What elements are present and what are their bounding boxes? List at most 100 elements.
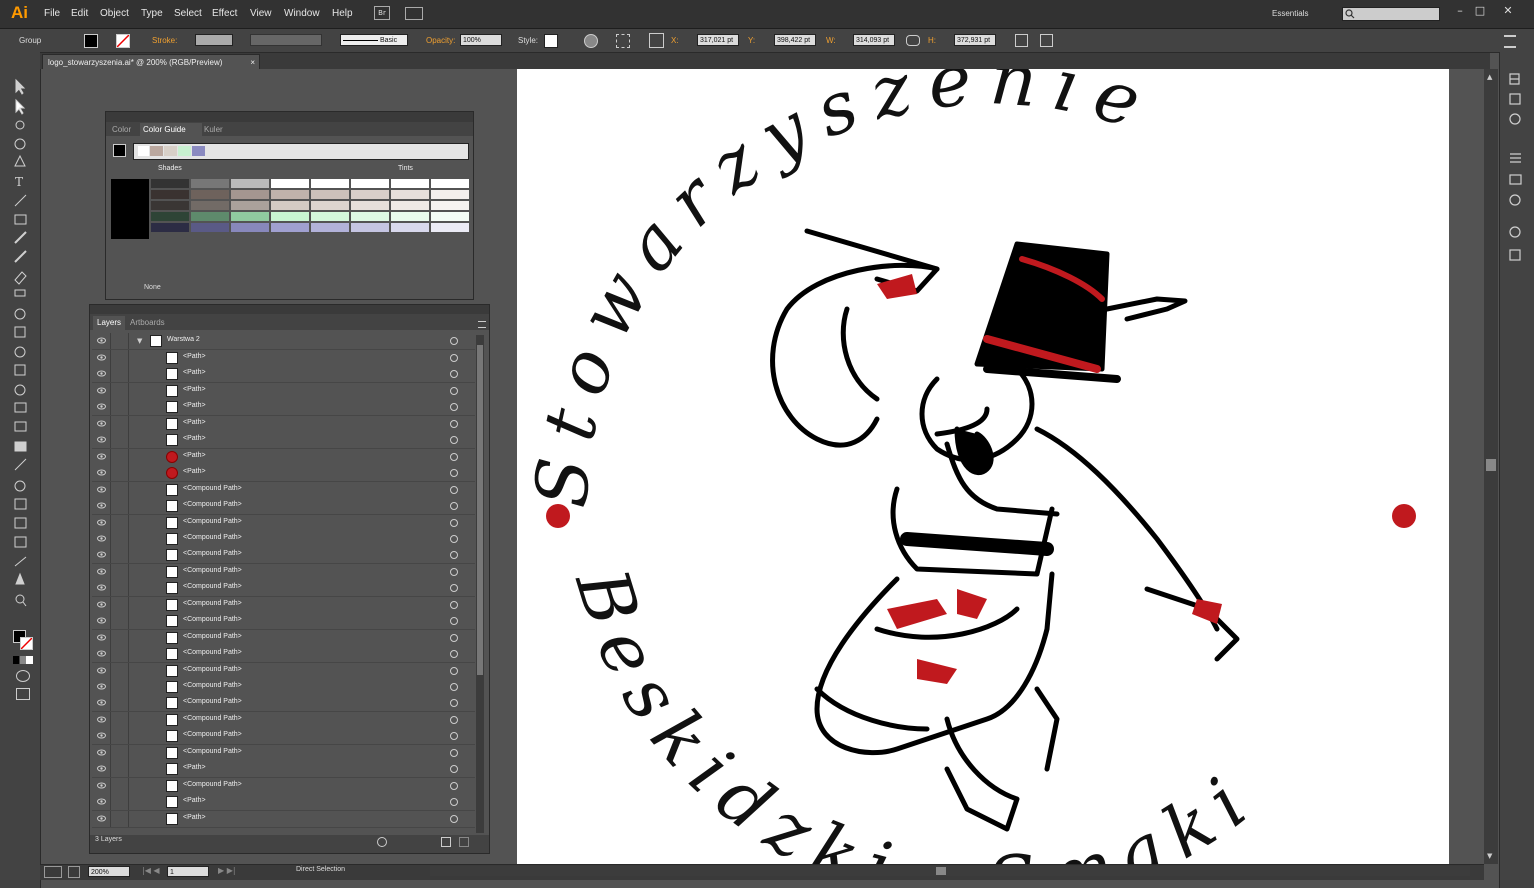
path-name[interactable]: <Compound Path>	[183, 550, 242, 557]
visibility-eye-icon[interactable]	[97, 403, 106, 410]
path-name[interactable]: <Compound Path>	[183, 485, 242, 492]
workspace-switcher[interactable]: Essentials	[1272, 9, 1308, 18]
visibility-eye-icon[interactable]	[97, 601, 106, 608]
vertical-scroll-thumb[interactable]	[1486, 459, 1496, 471]
link-proportions-icon[interactable]	[906, 35, 920, 46]
layer-row-path[interactable]: <Path>	[92, 399, 475, 417]
reference-point-icon[interactable]	[649, 33, 664, 48]
fill-swatch[interactable]	[84, 34, 98, 48]
target-icon[interactable]	[450, 403, 458, 412]
layer-row-path[interactable]: <Path>	[92, 465, 475, 483]
layer-row-path[interactable]: <Compound Path>	[92, 646, 475, 664]
path-name[interactable]: <Path>	[183, 468, 206, 475]
path-name[interactable]: <Path>	[183, 369, 206, 376]
menu-select[interactable]: Select	[174, 8, 202, 19]
recolor-artwork-icon[interactable]	[584, 34, 598, 48]
layer-row-path[interactable]: <Compound Path>	[92, 695, 475, 713]
stroke-swatch[interactable]	[116, 34, 130, 48]
layers-menu-icon[interactable]	[478, 321, 486, 328]
layer-row-path[interactable]: <Path>	[92, 366, 475, 384]
variable-width-profile[interactable]	[250, 34, 322, 46]
target-icon[interactable]	[450, 748, 458, 757]
document-tab[interactable]: logo_stowarzyszenia.ai* @ 200% (RGB/Prev…	[42, 54, 260, 69]
delete-layer-icon[interactable]	[459, 837, 469, 847]
target-icon[interactable]	[450, 600, 458, 609]
target-icon[interactable]	[450, 551, 458, 560]
align-icon[interactable]	[616, 34, 630, 48]
tab-layers[interactable]: Layers	[93, 316, 126, 332]
visibility-eye-icon[interactable]	[97, 699, 106, 706]
scroll-up-icon[interactable]: ▲	[1487, 73, 1492, 81]
target-icon[interactable]	[450, 584, 458, 593]
layer-row-path[interactable]: <Compound Path>	[92, 481, 475, 499]
visibility-eye-icon[interactable]	[97, 732, 106, 739]
layer-row-path[interactable]: <Path>	[92, 448, 475, 466]
path-name[interactable]: <Compound Path>	[183, 748, 242, 755]
tab-color-guide[interactable]: Color Guide	[140, 123, 202, 138]
visibility-eye-icon[interactable]	[97, 519, 106, 526]
visibility-eye-icon[interactable]	[97, 420, 106, 427]
y-field[interactable]: 398,422 pt	[774, 34, 816, 46]
visibility-eye-icon[interactable]	[97, 650, 106, 657]
first-artboard-icon[interactable]: |◀ ◀	[142, 866, 160, 875]
horizontal-scroll-thumb[interactable]	[936, 867, 946, 875]
path-name[interactable]: <Compound Path>	[183, 567, 242, 574]
target-icon[interactable]	[450, 370, 458, 379]
target-icon[interactable]	[450, 502, 458, 511]
path-name[interactable]: <Compound Path>	[183, 633, 242, 640]
target-icon[interactable]	[450, 485, 458, 494]
target-icon[interactable]	[450, 683, 458, 691]
target-icon[interactable]	[450, 781, 458, 790]
isolate-icon[interactable]	[1040, 34, 1053, 47]
layer-row-path[interactable]: <Compound Path>	[92, 530, 475, 548]
path-name[interactable]: <Compound Path>	[183, 781, 242, 788]
path-name[interactable]: <Path>	[183, 452, 206, 459]
minimize-button[interactable]: –	[1454, 5, 1466, 16]
transform-icon[interactable]	[1015, 34, 1028, 47]
current-tool-status[interactable]: Direct Selection	[296, 866, 345, 873]
target-icon[interactable]	[450, 452, 458, 461]
visibility-eye-icon[interactable]	[97, 387, 106, 394]
visibility-eye-icon[interactable]	[97, 370, 106, 377]
visibility-eye-icon[interactable]	[97, 667, 106, 674]
target-icon[interactable]	[450, 386, 458, 395]
visibility-eye-icon[interactable]	[97, 354, 106, 361]
stroke-color-icon[interactable]	[20, 637, 33, 650]
path-name[interactable]: <Path>	[183, 419, 206, 426]
x-field[interactable]: 317,021 pt	[697, 34, 739, 46]
h-field[interactable]: 372,931 pt	[954, 34, 996, 46]
visibility-eye-icon[interactable]	[97, 798, 106, 805]
path-name[interactable]: <Compound Path>	[183, 682, 242, 689]
visibility-eye-icon[interactable]	[97, 469, 106, 476]
layer-row-path[interactable]: <Compound Path>	[92, 596, 475, 614]
arrange-documents-icon[interactable]	[405, 7, 423, 20]
stroke-label[interactable]: Stroke:	[152, 36, 177, 45]
target-icon[interactable]	[450, 419, 458, 428]
path-name[interactable]: <Path>	[183, 353, 206, 360]
visibility-eye-icon[interactable]	[97, 502, 106, 509]
path-name[interactable]: <Compound Path>	[183, 616, 242, 623]
layers-scrollbar[interactable]	[476, 335, 484, 833]
artboard-nav-icon[interactable]	[44, 866, 62, 878]
maximize-button[interactable]: □	[1474, 5, 1486, 16]
target-icon[interactable]	[450, 732, 458, 741]
path-name[interactable]: <Compound Path>	[183, 501, 242, 508]
bridge-button[interactable]: Br	[374, 6, 390, 20]
path-name[interactable]: <Path>	[183, 402, 206, 409]
target-icon[interactable]	[450, 699, 458, 708]
layer-row-path[interactable]: <Path>	[92, 794, 475, 812]
search-input[interactable]	[1342, 7, 1440, 21]
visibility-eye-icon[interactable]	[97, 683, 106, 690]
horizontal-scrollbar[interactable]	[430, 866, 1470, 876]
layer-row-warstwa[interactable]: ▼ Warstwa 2	[92, 333, 475, 350]
visibility-eye-icon[interactable]	[97, 551, 106, 558]
control-menu-icon[interactable]	[1504, 35, 1516, 48]
tab-kuler[interactable]: Kuler	[204, 125, 223, 134]
path-name[interactable]: <Path>	[183, 814, 206, 821]
target-icon[interactable]	[450, 518, 458, 527]
w-field[interactable]: 314,093 pt	[853, 34, 895, 46]
layer-row-path[interactable]: <Path>	[92, 810, 475, 828]
layer-row-path[interactable]: <Compound Path>	[92, 580, 475, 598]
menu-help[interactable]: Help	[332, 8, 353, 19]
visibility-eye-icon[interactable]	[97, 782, 106, 789]
